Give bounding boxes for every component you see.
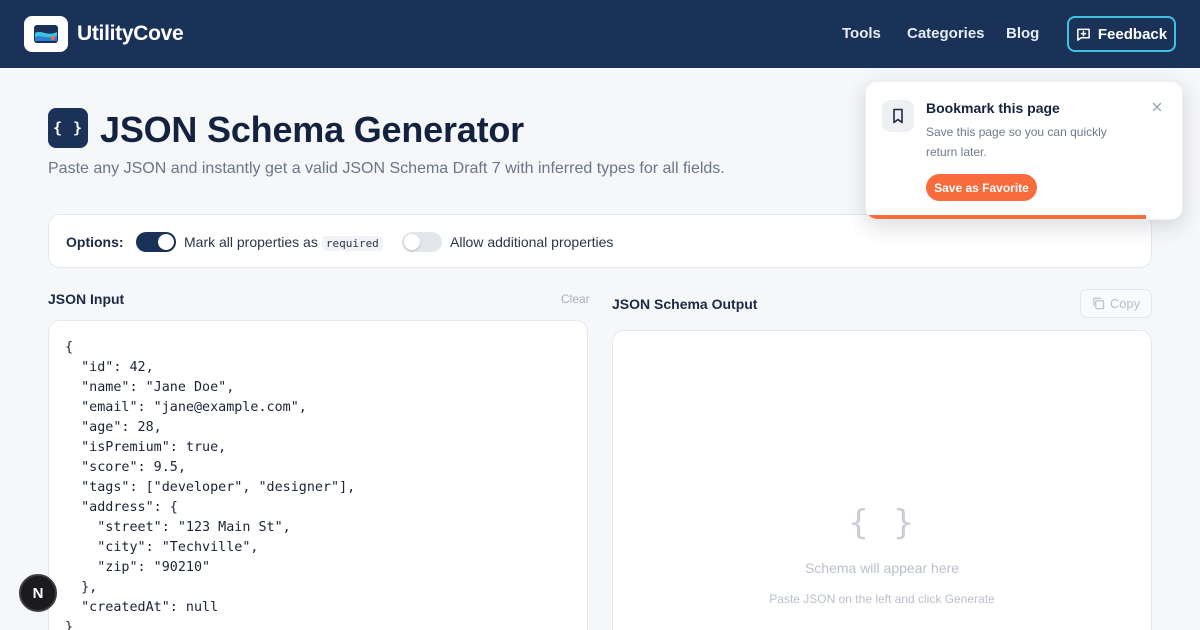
- empty-state-title: Schema will appear here: [804, 560, 960, 576]
- feedback-label: Feedback: [1097, 25, 1168, 43]
- required-code: required: [321, 236, 383, 251]
- top-navbar: UtilityCove Tools Categories Blog Feedba…: [0, 0, 1200, 68]
- toast-message: Save this page so you can quickly return…: [926, 125, 1107, 159]
- clear-button[interactable]: Clear: [561, 292, 590, 306]
- feedback-button[interactable]: Feedback: [1067, 16, 1176, 52]
- toast-title: Bookmark this page: [926, 100, 1060, 116]
- copy-label: Copy: [1109, 296, 1141, 311]
- toast-progress-bar: [866, 215, 1146, 219]
- schema-output-label: JSON Schema Output: [612, 296, 758, 312]
- additional-option-label: Allow additional properties: [450, 234, 614, 250]
- options-bar: Options: Mark all properties as required …: [48, 214, 1152, 268]
- toggle-knob: [404, 234, 420, 250]
- brand-link[interactable]: UtilityCove: [24, 16, 184, 52]
- n-logo-button[interactable]: N: [19, 574, 57, 612]
- required-option-label: Mark all properties as required: [184, 234, 383, 251]
- bookmark-icon: [882, 100, 914, 132]
- empty-state-subtitle: Paste JSON on the left and click Generat…: [769, 592, 995, 606]
- nav-link-categories[interactable]: Categories: [907, 25, 985, 42]
- required-option-text: Mark all properties as: [184, 234, 318, 250]
- schema-output-panel: { } Schema will appear here Paste JSON o…: [612, 330, 1152, 630]
- nav-link-tools[interactable]: Tools: [842, 25, 881, 42]
- page-subtitle: Paste any JSON and instantly get a valid…: [48, 160, 725, 177]
- options-label: Options:: [66, 234, 124, 250]
- logo-icon: [24, 16, 68, 52]
- empty-braces-icon: { }: [848, 503, 916, 543]
- close-icon[interactable]: [1150, 100, 1164, 114]
- json-input-label: JSON Input: [48, 291, 125, 307]
- required-toggle[interactable]: [136, 232, 176, 252]
- additional-properties-toggle[interactable]: [402, 232, 442, 252]
- save-as-favorite-button[interactable]: Save as Favorite: [926, 174, 1037, 201]
- copy-icon: [1093, 297, 1105, 310]
- page-title: JSON Schema Generator: [100, 109, 524, 150]
- message-plus-icon: [1077, 28, 1090, 41]
- toggle-knob: [158, 234, 174, 250]
- json-input-editor[interactable]: { "id": 42, "name": "Jane Doe", "email":…: [48, 320, 588, 630]
- json-input-text[interactable]: { "id": 42, "name": "Jane Doe", "email":…: [65, 338, 355, 630]
- braces-icon: { }: [48, 108, 88, 148]
- copy-button[interactable]: Copy: [1080, 289, 1152, 318]
- nav-link-blog[interactable]: Blog: [1006, 25, 1039, 42]
- brand-name: UtilityCove: [77, 22, 184, 45]
- bookmark-toast: Bookmark this page Save this page so you…: [865, 81, 1183, 220]
